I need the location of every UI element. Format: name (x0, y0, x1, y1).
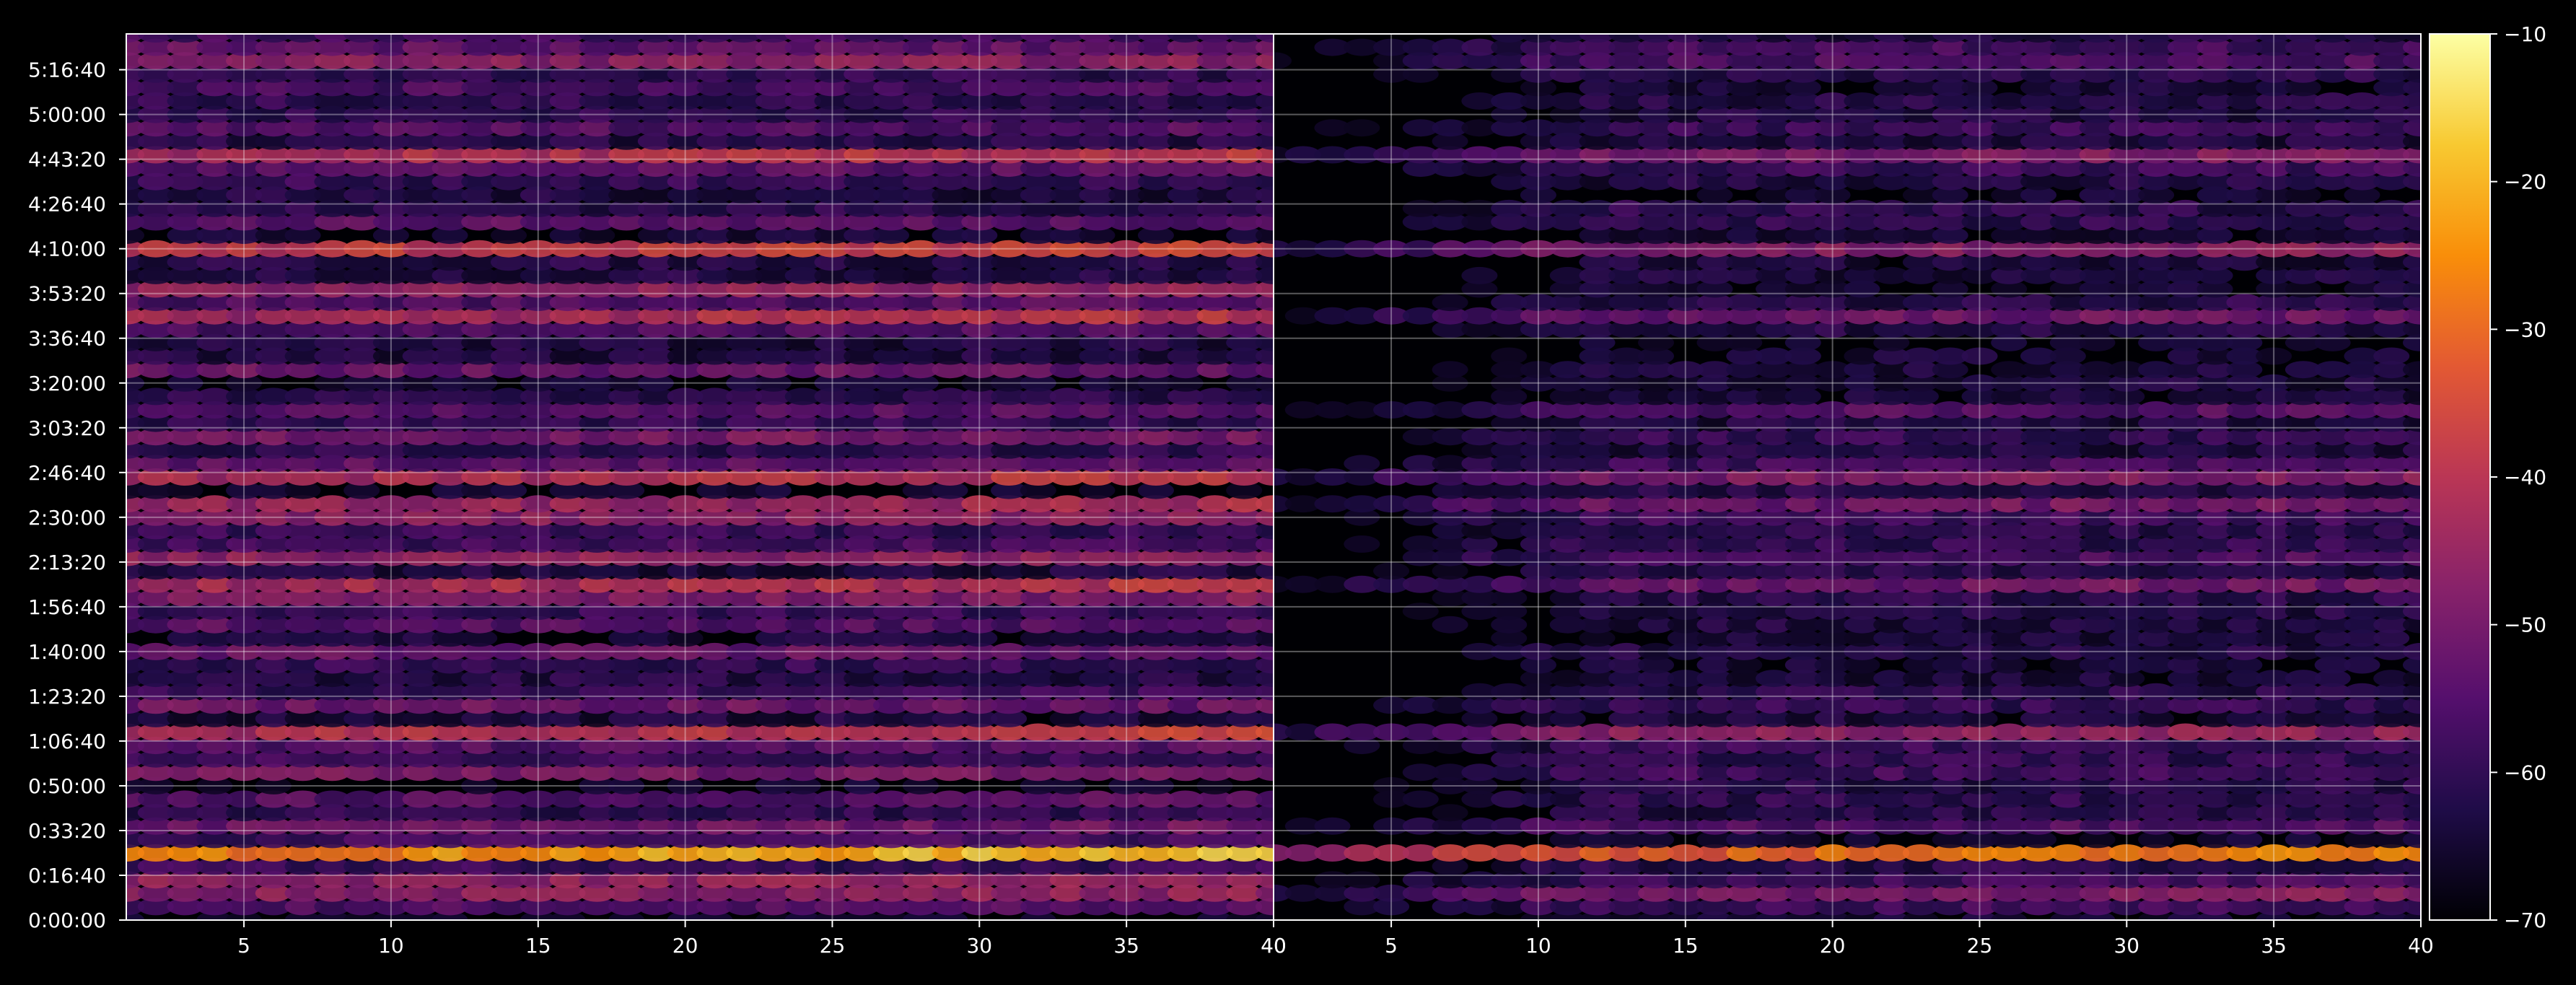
colorbar-tick-label: −20 (2504, 170, 2546, 194)
colorbar-tick-label: −30 (2504, 318, 2546, 341)
x-tick-label: 15 (1673, 934, 1699, 958)
y-tick-label: 3:36:40 (28, 327, 106, 351)
heatmap-cell (1461, 266, 1498, 284)
y-tick-label: 5:16:40 (28, 58, 106, 82)
y-tick-label: 0:00:00 (28, 909, 106, 932)
y-tick-label: 0:33:20 (28, 819, 106, 843)
heatmap-cell (1432, 616, 1468, 634)
heatmap-cell (1432, 804, 1468, 822)
x-tick-label: 25 (1967, 934, 1993, 958)
x-tick-label: 25 (820, 934, 846, 958)
x-tick-label: 5 (237, 934, 250, 958)
y-axis-time: 0:00:00 0:16:40 0:33:20 0:50:00 1:06:40 1:23:… (28, 58, 126, 932)
x-axis-right: 40 5 10 15 20 25 30 35 40 (1261, 920, 2434, 958)
y-tick-label: 0:50:00 (28, 774, 106, 798)
y-tick-label: 4:43:20 (28, 148, 106, 172)
x-tick-label: 35 (2261, 934, 2287, 958)
x-tick-label: 10 (378, 934, 404, 958)
x-tick-label: 5 (1385, 934, 1398, 958)
heatmap-cell (1344, 871, 1380, 889)
y-tick-label: 3:20:00 (28, 372, 106, 395)
y-tick-label: 2:13:20 (28, 551, 106, 574)
left-heatmap-panel (126, 33, 1274, 921)
colorbar-ticks: −10 −20 −30 −40 −50 −60 −70 (2490, 22, 2546, 932)
y-tick-label: 1:40:00 (28, 640, 106, 664)
heatmap-cell (1432, 294, 1468, 312)
heatmap-cell (1402, 603, 1439, 621)
y-tick-label: 2:46:40 (28, 461, 106, 485)
x-tick-label: 30 (2113, 934, 2139, 958)
y-tick-label: 2:30:00 (28, 506, 106, 530)
heatmap-cell (1344, 119, 1380, 137)
colorbar-tick-label: −60 (2504, 761, 2546, 784)
x-tick-label: 35 (1113, 934, 1139, 958)
y-tick-label: 5:00:00 (28, 103, 106, 127)
y-tick-label: 1:06:40 (28, 730, 106, 753)
y-tick-label: 4:10:00 (28, 237, 106, 261)
x-tick-label: 15 (525, 934, 551, 958)
x-tick-label: 40 (2408, 934, 2434, 958)
y-tick-label: 1:23:20 (28, 685, 106, 709)
y-tick-label: 3:03:20 (28, 416, 106, 440)
right-heatmap-panel (1273, 33, 2422, 921)
x-tick-label: 20 (1820, 934, 1846, 958)
heatmap-cell (1491, 347, 1528, 365)
colorbar-tick-label: −70 (2504, 909, 2546, 932)
colorbar-tick-label: −50 (2504, 613, 2546, 637)
colorbar-tick-label: −10 (2504, 22, 2546, 46)
heatmap-cell (2373, 347, 2410, 365)
heatmap-cell (1432, 361, 1468, 379)
heatmap-cell (1314, 817, 1351, 835)
x-tick-label: 30 (966, 934, 992, 958)
x-axis-left: 5 10 15 20 25 30 35 40 (237, 920, 1287, 958)
heatmap-cell (1344, 455, 1380, 473)
colorbar: −10 −20 −30 −40 −50 −60 −70 (2429, 22, 2546, 932)
colorbar-tick-label: −40 (2504, 465, 2546, 489)
y-tick-label: 4:26:40 (28, 193, 106, 216)
y-tick-label: 1:56:40 (28, 595, 106, 619)
heatmap-cell (1344, 535, 1380, 553)
heatmap-figure: 0:00:00 0:16:40 0:33:20 0:50:00 1:06:40 1:23:… (28, 22, 2546, 958)
x-tick-label: 20 (673, 934, 698, 958)
y-tick-label: 3:53:20 (28, 282, 106, 306)
x-tick-label: 10 (1525, 934, 1551, 958)
x-tick-label: 40 (1261, 934, 1287, 958)
heatmap-cell (1402, 790, 1439, 808)
colorbar-gradient (2429, 33, 2491, 921)
y-tick-label: 0:16:40 (28, 864, 106, 888)
